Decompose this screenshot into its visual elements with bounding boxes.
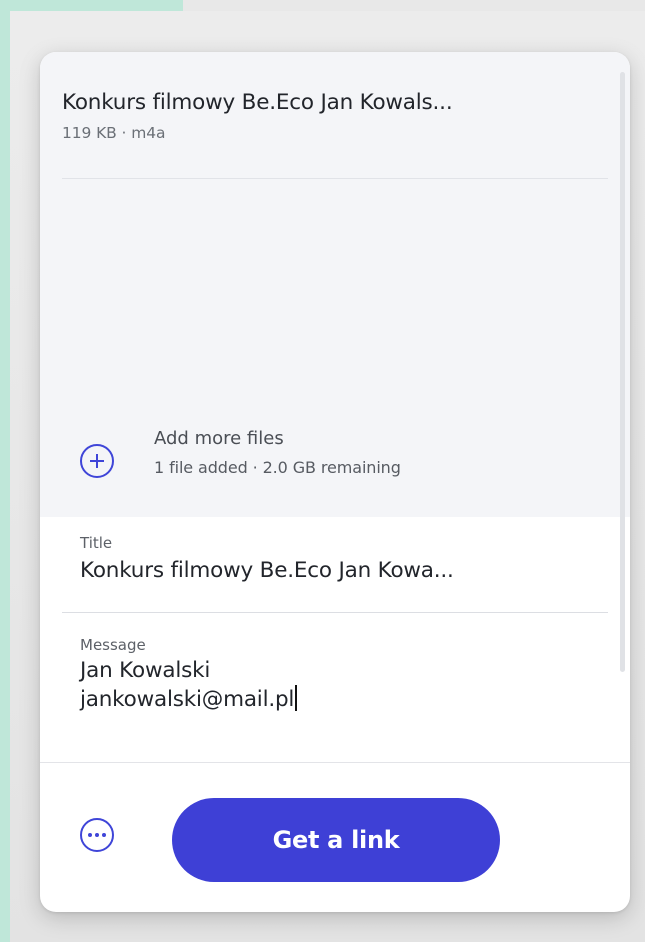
upload-panel: Konkurs filmowy Be.Eco Jan Kowals... 119… [40,52,630,912]
title-value[interactable]: Konkurs filmowy Be.Eco Jan Kowa... [80,556,585,586]
file-item[interactable]: Konkurs filmowy Be.Eco Jan Kowals... 119… [62,88,608,142]
title-label: Title [80,534,113,552]
more-dot [95,833,99,837]
message-label: Message [80,636,146,654]
plus-circle-icon[interactable] [80,444,114,478]
title-divider [62,612,608,613]
message-line[interactable]: Jan Kowalski [80,656,585,685]
message-line[interactable]: jankowalski@mail.pl [80,685,585,714]
get-link-button[interactable]: Get a link [172,798,500,882]
file-divider [62,178,608,179]
more-options-button[interactable] [80,818,114,852]
file-meta: 119 KB · m4a [62,124,166,142]
add-files-label: Add more files [154,428,284,449]
more-dot [102,833,106,837]
background-mint-edge [0,0,10,942]
files-area: Konkurs filmowy Be.Eco Jan Kowals... 119… [40,52,630,517]
message-line-text: jankowalski@mail.pl [80,687,295,712]
add-files-text: Add more files 1 file added · 2.0 GB rem… [154,424,401,477]
background-mint-top [0,0,183,11]
add-more-files-button[interactable]: Add more files 1 file added · 2.0 GB rem… [80,424,401,478]
files-status: 1 file added · 2.0 GB remaining [154,458,401,477]
scrollbar[interactable] [620,72,625,672]
title-field[interactable]: Title Konkurs filmowy Be.Eco Jan Kowa... [80,532,585,586]
file-name: Konkurs filmowy Be.Eco Jan Kowals... [62,90,453,115]
footer-divider [40,762,630,763]
more-dot [88,833,92,837]
message-field[interactable]: Message Jan Kowalski jankowalski@mail.pl [80,634,585,714]
text-cursor [295,685,298,711]
